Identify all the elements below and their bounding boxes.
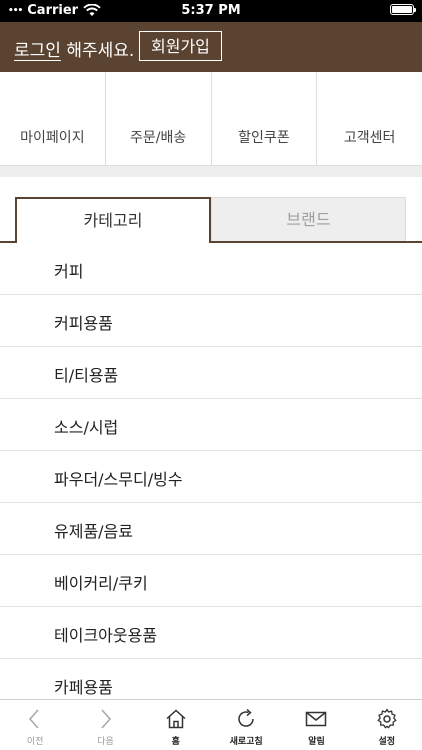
tab-category[interactable]: 카테고리: [15, 197, 211, 243]
category-item[interactable]: 커피: [0, 243, 422, 295]
quick-menu-support[interactable]: 고객센터: [317, 72, 422, 165]
forward-label: 다음: [97, 737, 114, 747]
notifications-label: 알림: [308, 737, 325, 747]
section-divider: [0, 166, 422, 177]
category-label: 유제품/음료: [54, 522, 133, 541]
quick-menu-label: 마이페이지: [20, 130, 85, 146]
settings-button[interactable]: 설정: [352, 700, 422, 750]
tab-bar: 카테고리 브랜드: [0, 177, 422, 243]
refresh-icon: [238, 708, 254, 727]
category-item[interactable]: 유제품/음료: [0, 503, 422, 555]
back-button[interactable]: 이전: [0, 700, 70, 750]
login-prompt-text: 해주세요.: [60, 41, 135, 61]
refresh-button[interactable]: 새로고침: [211, 700, 281, 750]
bottom-toolbar: 이전 다음 홈 새로고침 알림 설정: [0, 699, 422, 750]
quick-menu-orders[interactable]: 주문/배송: [106, 72, 212, 165]
mail-icon: [306, 711, 327, 727]
category-label: 소스/시럽: [54, 418, 119, 437]
refresh-label: 새로고침: [229, 737, 263, 747]
category-item[interactable]: 테이크아웃용품: [0, 607, 422, 659]
quick-menu: 마이페이지 주문/배송 할인쿠폰 고객센터: [0, 72, 422, 166]
forward-button[interactable]: 다음: [70, 700, 140, 750]
quick-menu-label: 할인쿠폰: [238, 130, 290, 146]
quick-menu-coupons[interactable]: 할인쿠폰: [212, 72, 318, 165]
category-label: 커피용품: [54, 314, 113, 333]
category-label: 카페용품: [54, 678, 113, 697]
login-header: 로그인 해주세요. 회원가입: [0, 22, 422, 72]
gear-icon: [377, 708, 397, 729]
notifications-button[interactable]: 알림: [281, 700, 351, 750]
category-item[interactable]: 베이커리/쿠키: [0, 555, 422, 607]
battery-icon: [390, 4, 416, 15]
signup-button[interactable]: 회원가입: [139, 31, 222, 61]
category-list: 커피 커피용품 티/티용품 소스/시럽 파우더/스무디/빙수 유제품/음료 베이…: [0, 243, 422, 711]
login-prompt: 로그인 해주세요.: [14, 36, 134, 61]
home-button[interactable]: 홈: [141, 700, 211, 750]
chevron-right-icon: [101, 709, 112, 729]
clock: 5:37 PM: [181, 3, 241, 18]
quick-menu-mypage[interactable]: 마이페이지: [0, 72, 106, 165]
quick-menu-label: 주문/배송: [130, 130, 187, 146]
category-label: 테이크아웃용품: [54, 626, 158, 645]
category-label: 파우더/스무디/빙수: [54, 470, 183, 489]
category-item[interactable]: 커피용품: [0, 295, 422, 347]
category-item[interactable]: 티/티용품: [0, 347, 422, 399]
quick-menu-label: 고객센터: [343, 130, 396, 146]
category-item[interactable]: 파우더/스무디/빙수: [0, 451, 422, 503]
category-label: 커피: [54, 262, 84, 281]
category-label: 베이커리/쿠키: [54, 574, 148, 593]
login-link[interactable]: 로그인: [14, 41, 61, 61]
category-label: 티/티용품: [54, 366, 119, 385]
back-label: 이전: [26, 737, 44, 747]
status-bar: ••• Carrier 5:37 PM: [0, 0, 422, 22]
home-icon: [166, 709, 186, 729]
chevron-left-icon: [29, 709, 39, 729]
category-item[interactable]: 소스/시럽: [0, 399, 422, 451]
settings-label: 설정: [378, 737, 396, 747]
home-label: 홈: [171, 737, 180, 747]
tab-brand[interactable]: 브랜드: [211, 197, 406, 241]
